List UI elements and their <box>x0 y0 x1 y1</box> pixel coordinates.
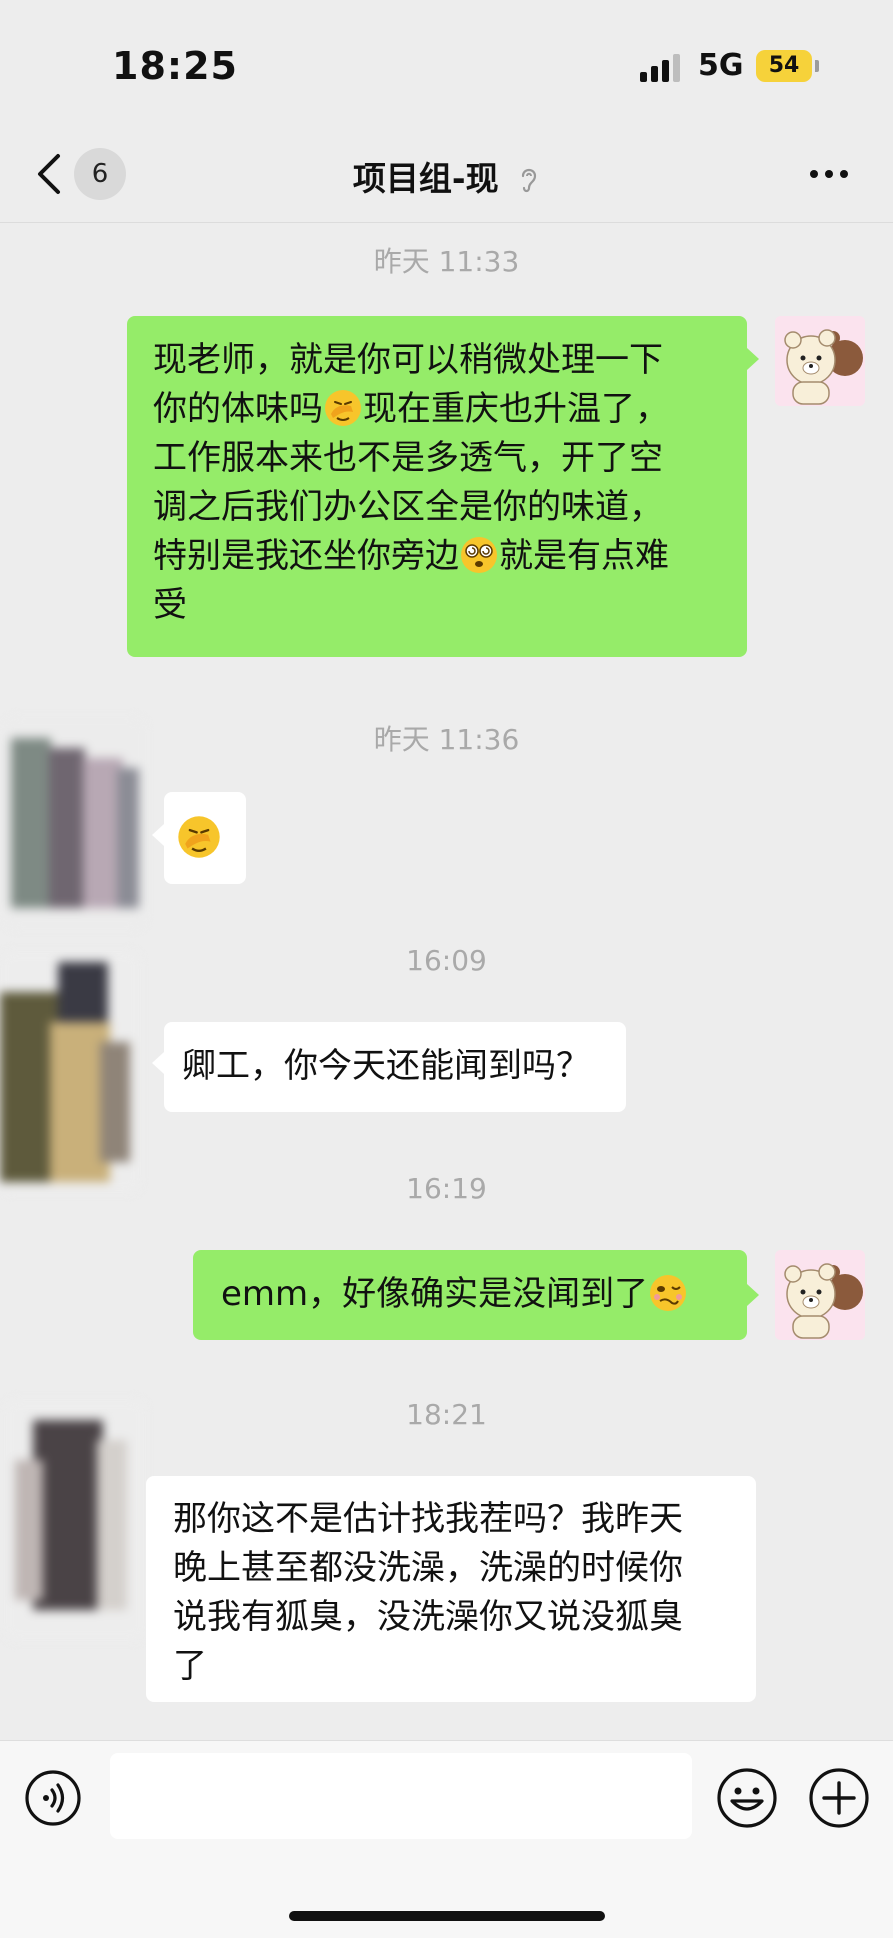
message-line: 说我有狐臭，没洗澡你又说没狐臭 <box>173 1597 683 1637</box>
status-time: 18:25 <box>112 44 238 88</box>
dizzy-face-emoji-icon <box>461 537 497 573</box>
home-indicator[interactable] <box>289 1911 605 1921</box>
plus-circle-icon[interactable] <box>808 1767 870 1829</box>
message-line: 调之后我们办公区全是你的味道， <box>153 487 663 527</box>
battery-icon: 54 <box>756 50 812 82</box>
battery-cap <box>815 60 819 72</box>
smile-icon[interactable] <box>716 1767 778 1829</box>
message-line: 了 <box>173 1646 207 1686</box>
message-bubble-incoming[interactable] <box>164 792 246 884</box>
bubble-tail <box>747 1284 759 1306</box>
blurred-avatar-icon <box>5 1400 145 1640</box>
avatar-self[interactable] <box>775 316 865 406</box>
avatar-other[interactable] <box>5 1400 145 1640</box>
message-line: 那你这不是估计找我茬吗？我昨天 <box>173 1499 683 1539</box>
signal-icon <box>640 52 684 82</box>
message-timestamp: 昨天 11:33 <box>373 245 520 278</box>
message-line: 现老师，就是你可以稍微处理一下 <box>153 340 663 380</box>
bubble-tail <box>747 348 759 370</box>
bubble-tail <box>152 824 164 846</box>
message-bubble-incoming[interactable]: 那你这不是估计找我茬吗？我昨天 晚上甚至都没洗澡，洗澡的时候你 说我有狐臭，没洗… <box>146 1476 756 1702</box>
blurred-avatar-icon <box>5 718 145 928</box>
bear-avatar-icon <box>775 316 865 406</box>
bubble-tail <box>152 1052 164 1074</box>
message-line: 特别是我还坐你旁边 就是有点难 <box>153 536 669 576</box>
network-label: 5G <box>698 48 744 83</box>
voice-icon[interactable] <box>24 1769 82 1827</box>
input-bar <box>0 1740 893 1938</box>
chat-title: 项目组-现 <box>352 159 499 198</box>
message-timestamp: 16:19 <box>406 1172 487 1205</box>
message-line: 工作服本来也不是多透气，开了空 <box>153 438 663 478</box>
facepalm-emoji-icon <box>325 390 361 426</box>
facepalm-emoji-icon <box>178 816 220 858</box>
ear-icon <box>521 168 537 193</box>
avatar-other[interactable] <box>5 718 145 928</box>
message-line: 受 <box>153 585 187 625</box>
avatar-other[interactable] <box>0 952 140 1192</box>
status-bar: 18:25 5G 54 <box>0 0 893 130</box>
blurred-avatar-icon <box>0 952 140 1192</box>
bear-avatar-icon <box>775 1250 865 1340</box>
message-line: 你的体味吗 现在重庆也升温了， <box>153 389 669 429</box>
chat-header: 6 项目组-现 <box>0 130 893 223</box>
message-bubble-incoming[interactable]: 卿工，你今天还能闻到吗？ <box>164 1022 626 1112</box>
more-dots-icon[interactable] <box>810 170 850 180</box>
message-text: 卿工，你今天还能闻到吗？ <box>182 1046 590 1086</box>
chat-title-wrap: 项目组-现 <box>0 152 893 200</box>
message-line: emm，好像确实是没闻到了 <box>221 1270 719 1319</box>
woozy-face-emoji-icon <box>650 1275 687 1311</box>
message-input[interactable] <box>110 1753 692 1839</box>
message-bubble-outgoing[interactable]: 现老师，就是你可以稍微处理一下 你的体味吗 现在重庆也升温了， 工作服本来也不是… <box>127 316 747 657</box>
avatar-self[interactable] <box>775 1250 865 1340</box>
message-bubble-outgoing[interactable]: emm，好像确实是没闻到了 <box>193 1250 747 1340</box>
message-line: 晚上甚至都没洗澡，洗澡的时候你 <box>173 1548 683 1588</box>
